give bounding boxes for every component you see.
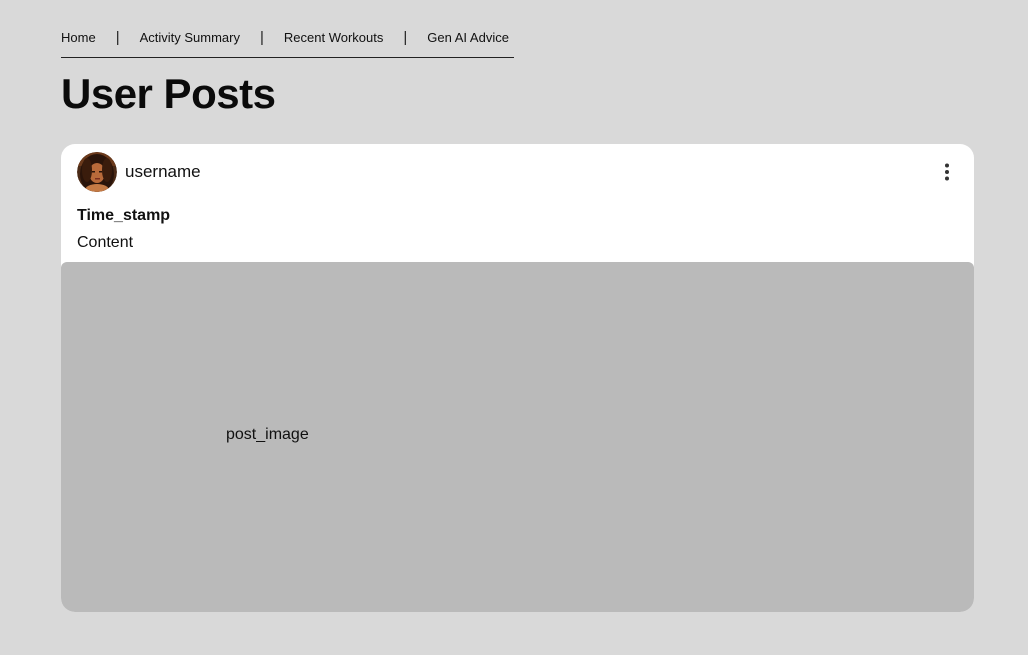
top-nav: Home | Activity Summary | Recent Workout…: [61, 28, 514, 58]
post-username[interactable]: username: [125, 162, 201, 182]
avatar[interactable]: [77, 152, 117, 192]
nav-home-link[interactable]: Home: [61, 30, 96, 45]
nav-separator: |: [115, 29, 120, 46]
nav-separator: |: [403, 29, 408, 46]
page-title: User Posts: [61, 70, 276, 117]
post-card: username Time_stamp Content post_image: [61, 144, 974, 612]
post-content: Content: [77, 234, 134, 251]
post-image-label: post_image: [226, 426, 309, 443]
post-header: username: [77, 152, 201, 192]
post-image: post_image: [61, 262, 974, 612]
post-timestamp: Time_stamp: [77, 207, 171, 224]
nav-recent-workouts-link[interactable]: Recent Workouts: [284, 30, 383, 45]
nav-separator: |: [260, 29, 264, 46]
more-vertical-icon: [945, 163, 949, 181]
nav-activity-summary-link[interactable]: Activity Summary: [140, 30, 240, 45]
more-options-button[interactable]: [938, 162, 956, 182]
nav-gen-ai-advice-link[interactable]: Gen AI Advice: [427, 30, 509, 45]
